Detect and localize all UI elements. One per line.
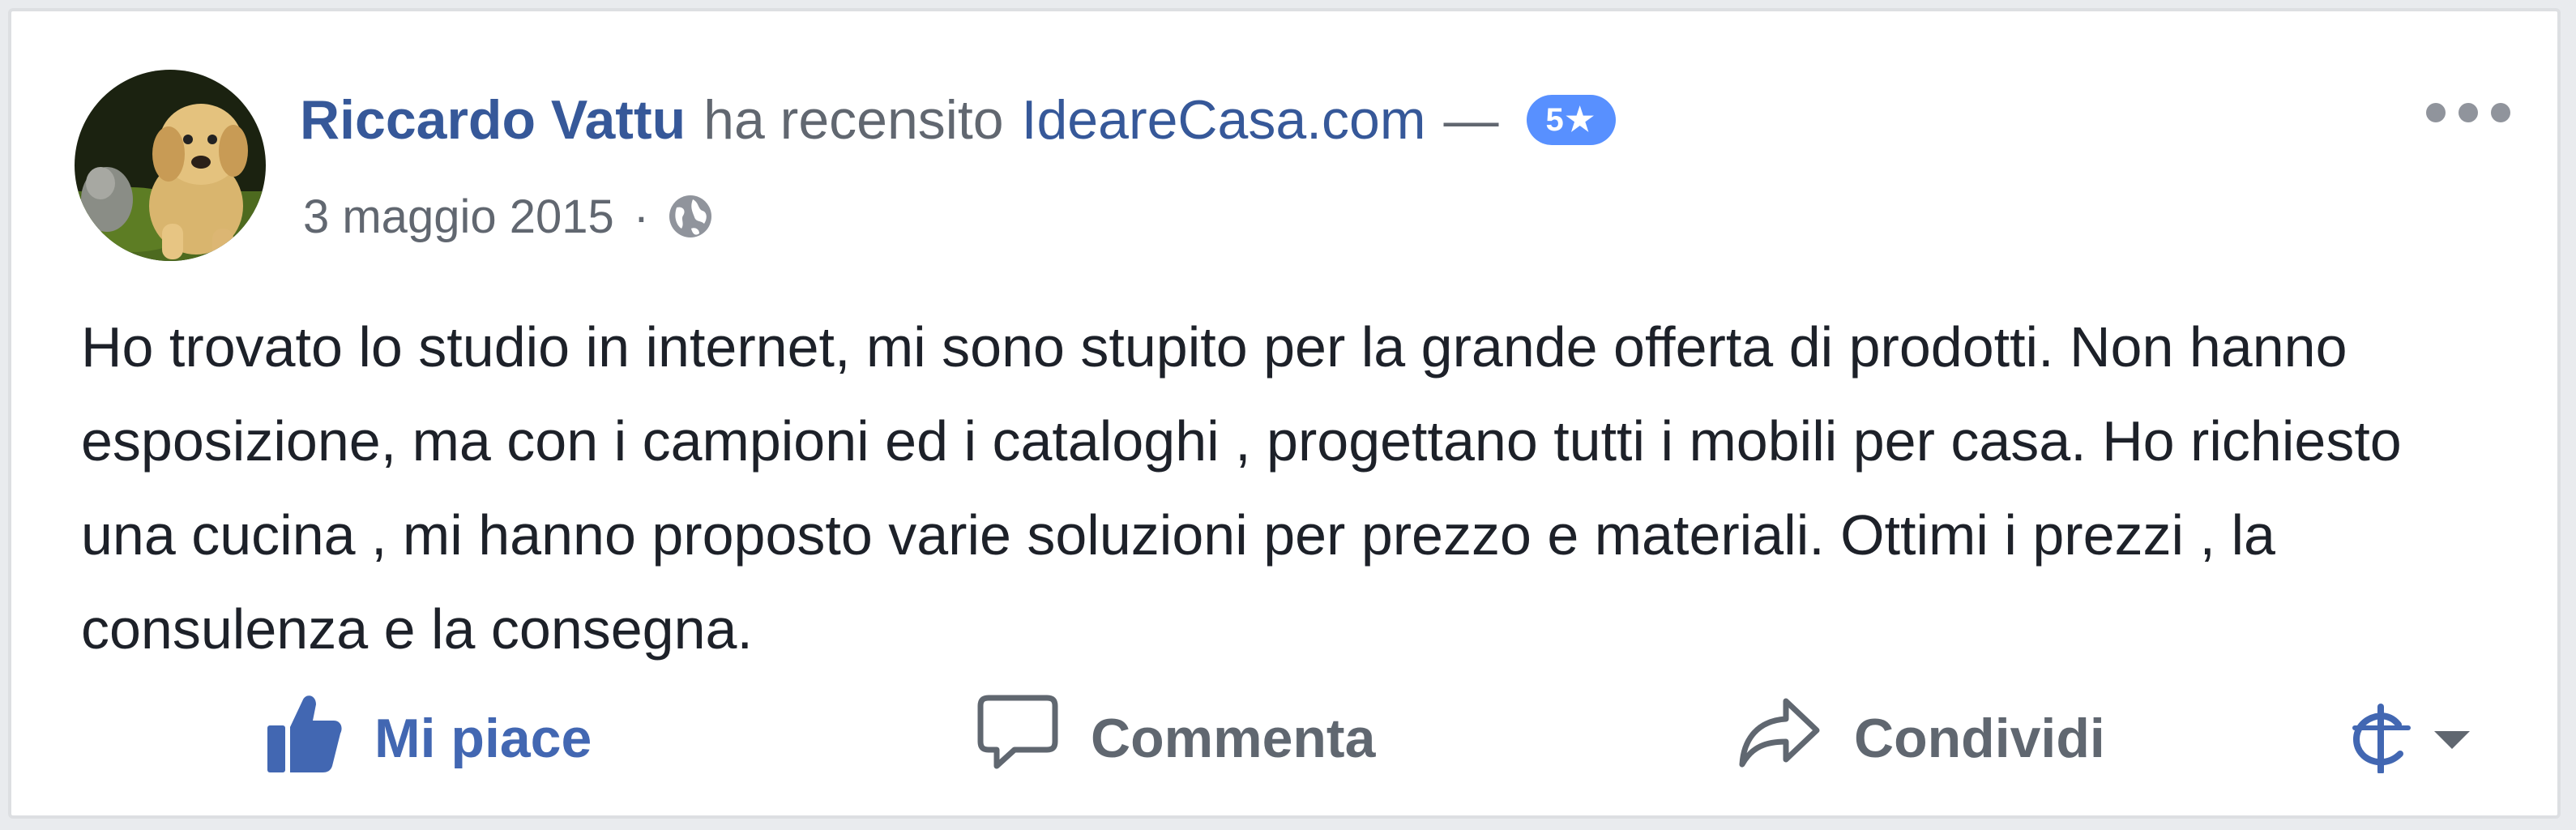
post-meta: 3 maggio 2015 · — [303, 180, 714, 253]
puppy-photo — [75, 70, 266, 261]
page-name-link[interactable]: IdeareCasa.com — [1022, 88, 1426, 152]
meta-separator: · — [633, 190, 650, 243]
post-header: Riccardo Vattu ha recensito IdeareCasa.c… — [300, 79, 1616, 160]
thumbs-up-icon — [267, 691, 342, 785]
post-date-link[interactable]: 3 maggio 2015 — [303, 190, 614, 244]
review-action-text: ha recensito — [703, 89, 1004, 151]
author-name-link[interactable]: Riccardo Vattu — [300, 88, 686, 152]
share-button[interactable]: Condividi — [1737, 686, 2105, 791]
author-avatar[interactable] — [75, 70, 266, 261]
share-label: Condividi — [1854, 708, 2105, 769]
header-dash: — — [1443, 89, 1499, 151]
chevron-down-icon — [2434, 731, 2470, 749]
like-button[interactable]: Mi piace — [267, 686, 592, 791]
more-options-icon[interactable] — [2426, 99, 2510, 126]
review-post-card: Riccardo Vattu ha recensito IdeareCasa.c… — [8, 8, 2561, 819]
audience-selector[interactable] — [2350, 703, 2470, 777]
rating-badge: 5★ — [1526, 95, 1616, 145]
comment-label: Commenta — [1091, 708, 1376, 769]
like-label: Mi piace — [374, 708, 592, 769]
globe-icon[interactable] — [667, 193, 714, 240]
comment-button[interactable]: Commenta — [977, 686, 1375, 791]
audience-selector-icon — [2350, 703, 2413, 777]
review-text: Ho trovato lo studio in internet, mi son… — [81, 315, 2402, 661]
comment-bubble-icon — [977, 691, 1058, 785]
share-arrow-icon — [1737, 695, 1822, 782]
post-action-bar: Mi piace Commenta Condividi — [11, 686, 2557, 791]
